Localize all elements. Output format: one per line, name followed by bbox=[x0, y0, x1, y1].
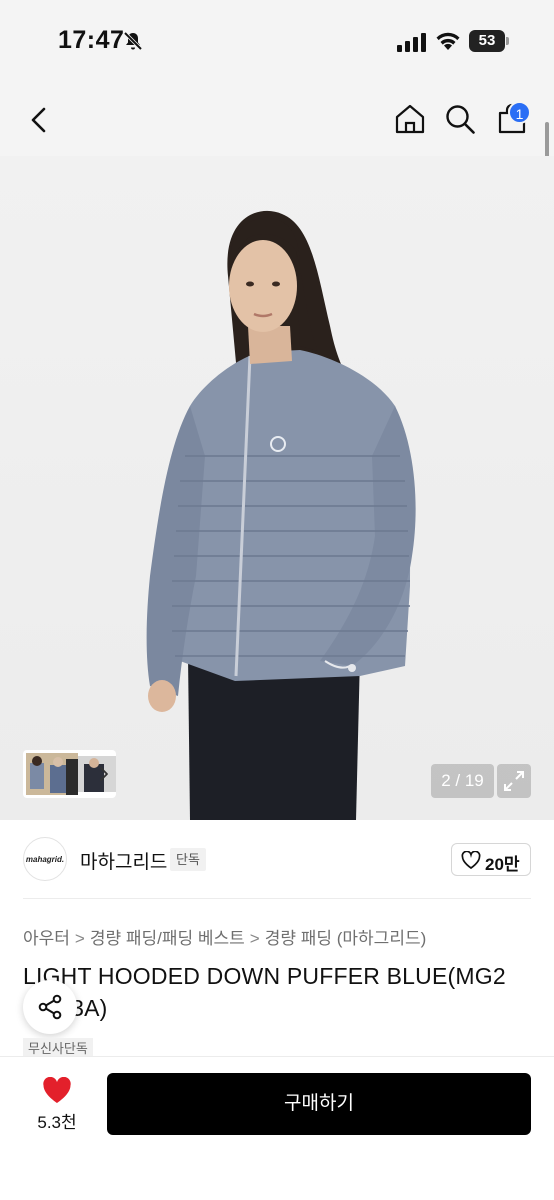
heart-filled-icon[interactable] bbox=[42, 1077, 72, 1104]
back-arrow-icon[interactable] bbox=[26, 106, 54, 134]
breadcrumb-separator: > bbox=[74, 929, 85, 948]
expand-icon bbox=[504, 771, 524, 791]
breadcrumb-item-light-padding[interactable]: 경량 패딩/패딩 베스트 bbox=[90, 929, 245, 948]
wish-count: 5.3천 bbox=[37, 1113, 77, 1132]
search-icon[interactable] bbox=[444, 103, 476, 135]
app-header bbox=[0, 84, 554, 156]
breadcrumb-item-brand-padding[interactable]: 경량 패딩 (마하그리드) bbox=[265, 929, 427, 948]
expand-button[interactable] bbox=[497, 764, 531, 798]
product-image[interactable] bbox=[0, 156, 554, 820]
exclusive-tag: 단독 bbox=[170, 848, 206, 871]
status-bar: 17:47 53 bbox=[0, 0, 554, 84]
cart-count-badge: 1 bbox=[508, 101, 531, 124]
battery-indicator: 53 bbox=[469, 30, 509, 52]
image-page-counter: 2 / 19 bbox=[431, 764, 494, 798]
status-time: 17:47 bbox=[58, 26, 125, 54]
product-title: LIGHT HOODED DOWN PUFFER BLUE(MG2 IB903A… bbox=[23, 963, 506, 1021]
battery-cap bbox=[506, 37, 509, 45]
breadcrumb: 아우터 > 경량 패딩/패딩 베스트 > 경량 패딩 (마하그리드) bbox=[23, 924, 426, 949]
home-icon[interactable] bbox=[394, 103, 426, 135]
cellular-signal-icon bbox=[397, 33, 426, 52]
buy-button[interactable]: 구매하기 bbox=[107, 1073, 531, 1135]
thumbnail-image-next[interactable] bbox=[78, 756, 116, 792]
wifi-icon bbox=[436, 32, 460, 50]
thumbnail-image[interactable] bbox=[26, 753, 78, 795]
breadcrumb-separator: > bbox=[249, 929, 260, 948]
brand-like-button[interactable]: 20만 bbox=[451, 843, 531, 876]
share-icon bbox=[38, 994, 62, 1020]
brand-name[interactable]: 마하그리드 bbox=[80, 847, 167, 874]
breadcrumb-item-outer[interactable]: 아우터 bbox=[23, 929, 70, 948]
brand-like-count: 20만 bbox=[485, 855, 520, 874]
brand-logo[interactable]: mahagrid. bbox=[23, 837, 67, 881]
chevron-right-icon[interactable] bbox=[98, 766, 110, 782]
model-photo bbox=[146, 210, 416, 820]
bell-muted-icon bbox=[123, 31, 143, 51]
share-button[interactable] bbox=[23, 980, 77, 1034]
battery-level: 53 bbox=[469, 30, 505, 52]
heart-outline-icon bbox=[461, 851, 481, 869]
divider bbox=[23, 898, 531, 899]
